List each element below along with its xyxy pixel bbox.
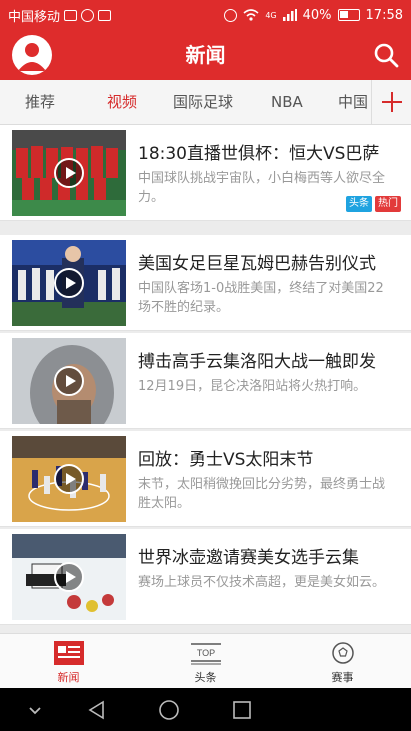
tabs-scroll: 推荐 视频 国际足球 NBA 中国 [0,80,370,124]
item-title: 18:30直播世俱杯：恒大VS巴萨 [138,144,380,164]
back-icon[interactable] [86,699,108,721]
image-notification-icon [64,9,78,21]
list-item[interactable]: 回放：勇士VS太阳末节 末节，太阳稍微挽回比分劣势，最终勇士战胜太阳。 [0,431,411,527]
item-title: 回放：勇士VS太阳末节 [138,450,314,470]
hide-keyboard-icon[interactable] [24,699,46,721]
wifi-icon [243,9,259,21]
avatar-icon[interactable] [12,35,52,75]
play-icon[interactable] [54,464,84,494]
video-thumbnail[interactable] [12,240,126,326]
nav-news[interactable]: 新闻 [0,634,137,688]
alarm-icon [224,8,238,22]
tab-china[interactable]: 中国 [338,80,368,124]
item-desc: 中国队客场1-0战胜美国，终结了对美国22场不胜的纪录。 [138,281,384,315]
network-type: 4G [265,10,277,20]
news-icon [53,641,84,665]
nav-events-label: 赛事 [331,671,354,684]
status-left: 中国移动 [8,6,112,25]
nav-headlines-label: 头条 [194,671,217,684]
badge-headline: 头条 [346,196,372,212]
play-icon[interactable] [54,562,84,592]
video-feed: 18:30直播世俱杯：恒大VS巴萨 中国球队挑战宇宙队，小白梅西等人欲尽全力。 … [0,125,411,633]
status-right: 4G 40% 17:58 [224,8,403,23]
play-icon[interactable] [54,158,84,188]
nav-headlines[interactable]: TOP 头条 [137,634,274,688]
clock: 17:58 [365,7,403,23]
list-item[interactable]: 搏击高手云集洛阳大战一触即发 12月19日，昆仑决洛阳站将火热打响。 [0,333,411,429]
item-desc: 12月19日，昆仑决洛阳站将火热打响。 [138,379,367,394]
carrier-name: 中国移动 [8,9,61,25]
item-title: 世界冰壶邀请赛美女选手云集 [138,548,359,568]
item-title: 搏击高手云集洛阳大战一触即发 [138,352,376,372]
bottom-nav: 新闻 TOP 头条 赛事 [0,633,411,688]
item-desc: 末节，太阳稍微挽回比分劣势，最终勇士战胜太阳。 [138,477,386,511]
item-title: 美国女足巨星瓦姆巴赫告别仪式 [138,254,376,274]
page-title: 新闻 [185,43,226,67]
video-thumbnail[interactable] [12,130,126,216]
svg-text:TOP: TOP [196,648,214,658]
item-desc: 赛场上球员不仅技术高超，更是美女如云。 [138,575,386,590]
system-nav-bar [0,688,411,731]
top-icon: TOP [190,643,221,665]
message-notification-icon [98,9,112,21]
tab-intl-football[interactable]: 国际足球 [173,80,233,124]
signal-icon [282,9,297,21]
status-bar: 中国移动 4G 40% 17:58 [0,0,411,30]
battery-percent: 40% [302,7,332,23]
item-badges: 头条 热门 [346,196,401,212]
list-item[interactable]: 世界冰壶邀请赛美女选手云集 赛场上球员不仅技术高超，更是美女如云。 [0,529,411,625]
app-bar: 新闻 [0,30,411,80]
badge-hot: 热门 [375,196,401,212]
tab-recommend[interactable]: 推荐 [25,80,55,124]
add-channel-button[interactable] [371,80,411,124]
nav-news-label: 新闻 [57,671,80,684]
tab-nba[interactable]: NBA [271,80,303,124]
list-item[interactable]: 18:30直播世俱杯：恒大VS巴萨 中国球队挑战宇宙队，小白梅西等人欲尽全力。 … [0,125,411,221]
sync-notification-icon [81,8,95,22]
video-thumbnail[interactable] [12,436,126,522]
tab-video[interactable]: 视频 [107,80,137,124]
category-tabs: 推荐 视频 国际足球 NBA 中国 [0,80,411,125]
video-thumbnail[interactable] [12,338,126,424]
home-icon[interactable] [158,699,180,721]
play-icon[interactable] [54,268,84,298]
battery-icon [337,9,360,21]
nav-events[interactable]: 赛事 [274,634,411,688]
list-item[interactable]: 美国女足巨星瓦姆巴赫告别仪式 中国队客场1-0战胜美国，终结了对美国22场不胜的… [0,235,411,331]
video-thumbnail[interactable] [12,534,126,620]
recents-icon[interactable] [231,699,253,721]
ball-icon [331,642,354,664]
search-icon[interactable] [373,42,399,68]
play-icon[interactable] [54,366,84,396]
